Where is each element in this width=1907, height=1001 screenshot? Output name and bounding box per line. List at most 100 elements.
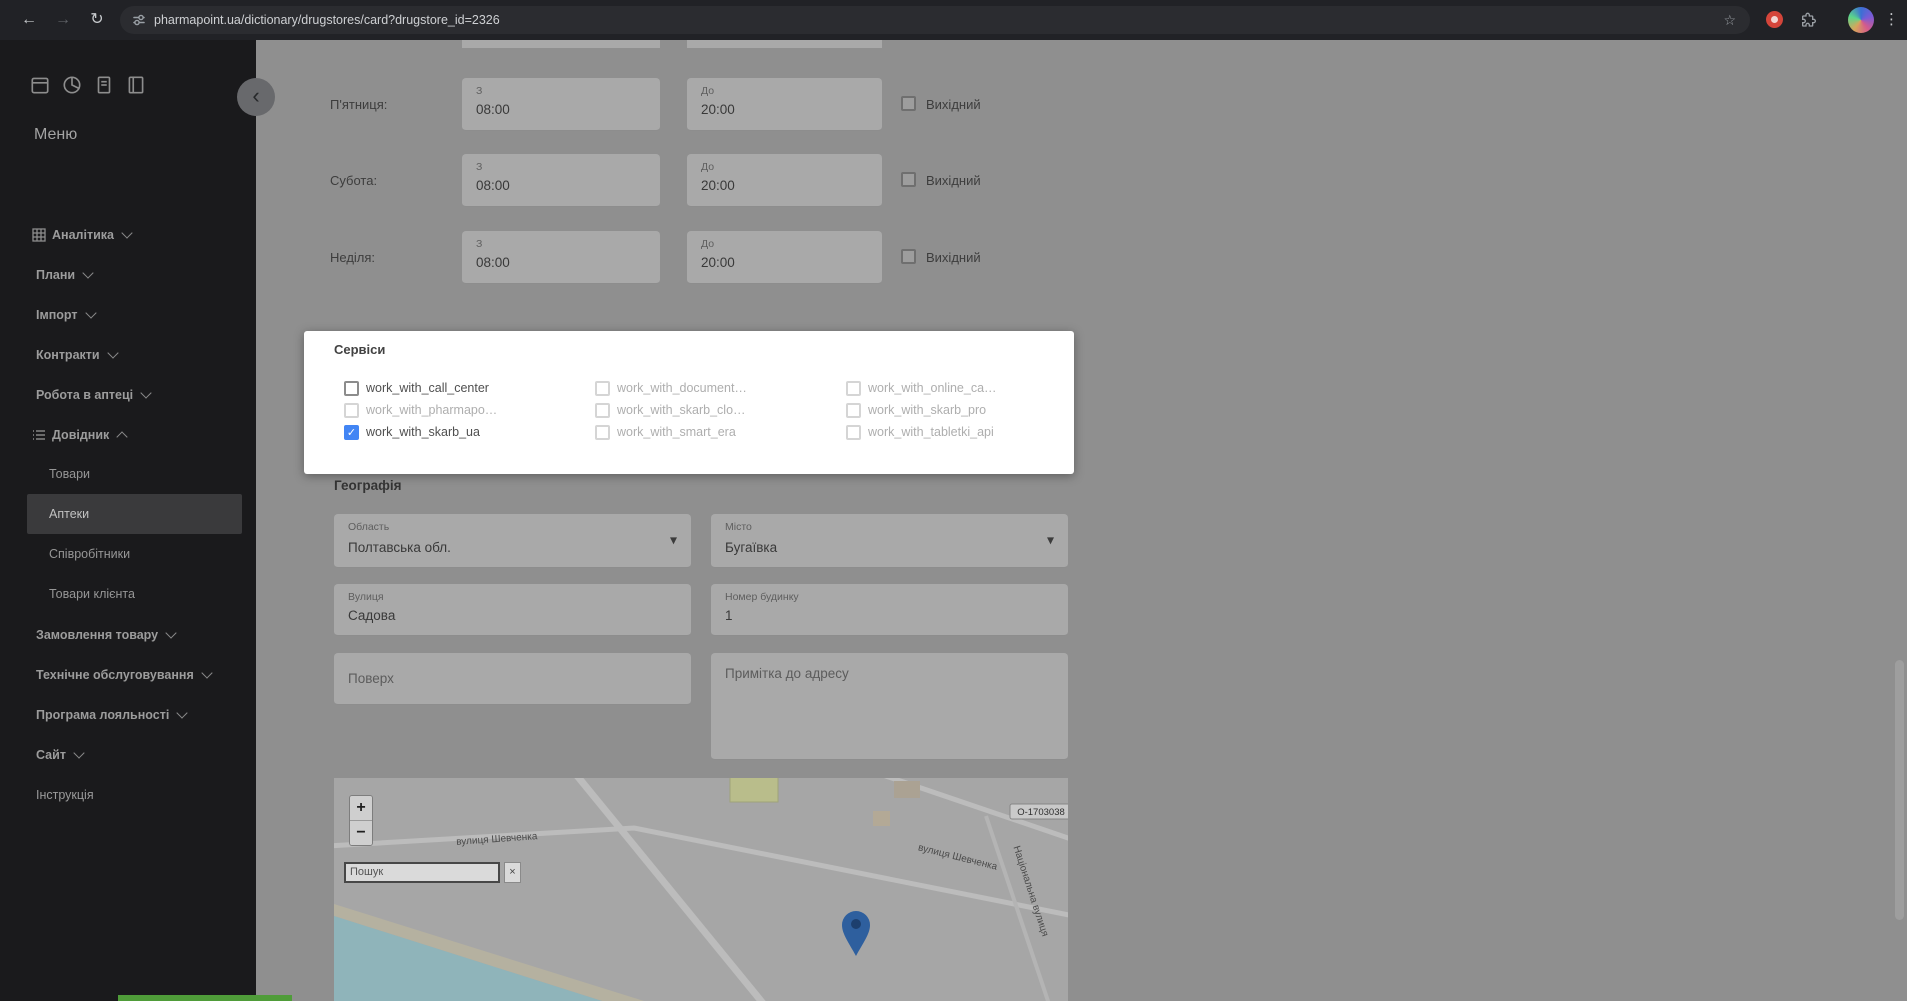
svg-text:О-1703038: О-1703038: [1017, 807, 1065, 818]
checkbox-disabled: [344, 403, 359, 418]
svc-smart-era: work_with_smart_era: [595, 425, 846, 440]
chevron-down-icon: [73, 747, 84, 758]
dayoff-checkbox[interactable]: [901, 96, 916, 111]
day-label: Неділя:: [330, 231, 375, 284]
chevron-down-icon: [121, 227, 132, 238]
time-to-field[interactable]: До 20:00: [687, 154, 882, 207]
sidebar-item-employees[interactable]: Співробітники: [0, 534, 256, 574]
bottom-green-strip: [118, 995, 292, 1001]
time-from-field[interactable]: З 08:00: [462, 231, 660, 284]
street-field[interactable]: Вулиця Садова: [334, 584, 691, 636]
sidebar-item-site[interactable]: Сайт: [0, 735, 256, 775]
svc-skarb-cloud: work_with_skarb_clo…: [595, 403, 846, 418]
map-container[interactable]: О-1703038 вулиця Шевченка вулиця Шевченк…: [334, 778, 1068, 1001]
dayoff-checkbox[interactable]: [901, 249, 916, 264]
schedule-row-sunday: Неділя: З 08:00 До 20:00 Вихідний: [0, 231, 1907, 284]
map-zoom-control: + −: [349, 795, 373, 846]
time-from-field[interactable]: З 08:00: [462, 78, 660, 131]
svc-call-center[interactable]: work_with_call_center: [344, 381, 595, 396]
svc-document: work_with_document…: [595, 381, 846, 396]
sidebar-item-goods[interactable]: Товари: [0, 454, 256, 494]
dayoff-label: Вихідний: [926, 154, 981, 207]
browser-toolbar: ← → ↻ pharmapoint.ua/dictionary/drugstor…: [0, 0, 1907, 40]
day-label: Субота:: [330, 154, 377, 207]
time-from-field[interactable]: З 08:00: [462, 154, 660, 207]
sidebar-item-analytics[interactable]: Аналітика: [0, 215, 256, 255]
sidebar-item-instruction[interactable]: Інструкція: [0, 775, 256, 815]
city-select[interactable]: Місто Бугаївка ▾: [711, 514, 1068, 568]
sidebar: Меню Аналітика Плани Імпорт Контракти: [0, 40, 256, 1001]
map-zoom-in-button[interactable]: +: [350, 796, 372, 820]
geography-title: Географія: [334, 478, 402, 493]
road-shield: О-1703038: [1010, 804, 1068, 819]
svc-pharmapoint: work_with_pharmapo…: [344, 403, 595, 418]
sidebar-item-plans[interactable]: Плани: [0, 255, 256, 295]
url-text: pharmapoint.ua/dictionary/drugstores/car…: [154, 13, 500, 27]
map-search-clear-button[interactable]: ×: [504, 862, 521, 883]
list-icon: [32, 428, 46, 442]
checkbox-disabled: [595, 381, 610, 396]
forward-button[interactable]: →: [48, 0, 78, 40]
checkbox-disabled: [846, 403, 861, 418]
svc-skarb-ua[interactable]: ✓ work_with_skarb_ua: [344, 425, 595, 440]
day-label: П'ятниця:: [330, 78, 387, 131]
chevron-down-icon: [85, 307, 96, 318]
floor-field[interactable]: Поверх: [334, 653, 691, 705]
browser-menu-icon[interactable]: ⋮: [1884, 0, 1899, 40]
site-settings-icon[interactable]: [132, 13, 146, 27]
sidebar-item-pharmacies[interactable]: Аптеки: [27, 494, 242, 534]
svc-skarb-pro: work_with_skarb_pro: [846, 403, 1046, 418]
map-zoom-out-button[interactable]: −: [350, 820, 372, 845]
menu-title: Меню: [34, 126, 77, 144]
services-checkbox-grid: work_with_call_center work_with_document…: [344, 377, 1054, 443]
checkbox-unchecked[interactable]: [344, 381, 359, 396]
checkbox-checked[interactable]: ✓: [344, 425, 359, 440]
sidebar-item-loyalty[interactable]: Програма лояльності: [0, 695, 256, 735]
chevron-down-icon: [201, 667, 212, 678]
map-building: [873, 811, 890, 826]
sidebar-item-pharmacy-work[interactable]: Робота в аптеці: [0, 375, 256, 415]
dayoff-label: Вихідний: [926, 78, 981, 131]
extension-icon-red[interactable]: [1766, 11, 1783, 28]
screen: ← → ↻ pharmapoint.ua/dictionary/drugstor…: [0, 0, 1907, 1001]
pie-chart-icon[interactable]: [61, 74, 83, 96]
map-building: [894, 781, 920, 798]
sidebar-item-maintenance[interactable]: Технічне обслуговування: [0, 655, 256, 695]
sidebar-item-dictionary[interactable]: Довідник: [0, 415, 256, 455]
chevron-down-icon: [82, 267, 93, 278]
chevron-down-icon: ▾: [1047, 531, 1054, 548]
profile-avatar[interactable]: [1848, 7, 1874, 33]
sidebar-item-contracts[interactable]: Контракти: [0, 335, 256, 375]
services-title: Сервіси: [334, 342, 385, 357]
sidebar-item-client-goods[interactable]: Товари клієнта: [0, 574, 256, 614]
checkbox-disabled: [595, 403, 610, 418]
time-to-field[interactable]: До 20:00: [687, 231, 882, 284]
map-building: [730, 778, 778, 802]
window-icon[interactable]: [29, 74, 51, 96]
schedule-row-saturday: Субота: З 08:00 До 20:00 Вихідний: [0, 154, 1907, 207]
document-icon[interactable]: [93, 74, 115, 96]
address-note-field[interactable]: Примітка до адресу: [711, 653, 1068, 760]
dayoff-checkbox[interactable]: [901, 172, 916, 187]
checkbox-disabled: [595, 425, 610, 440]
book-icon[interactable]: [125, 74, 147, 96]
sidebar-item-import[interactable]: Імпорт: [0, 295, 256, 335]
extensions-puzzle-icon[interactable]: [1800, 12, 1816, 33]
building-number-field[interactable]: Номер будинку 1: [711, 584, 1068, 636]
services-panel: Сервіси work_with_call_center work_with_…: [304, 331, 1074, 474]
clipped-schedule-field: [687, 40, 882, 48]
grid-icon: [32, 228, 46, 242]
back-button[interactable]: ←: [14, 0, 44, 40]
sidebar-collapse-button[interactable]: ‹: [237, 78, 275, 116]
map-search-input[interactable]: Пошук: [344, 862, 500, 883]
reload-button[interactable]: ↻: [82, 0, 112, 40]
chevron-up-icon: [117, 431, 128, 442]
sidebar-item-order-goods[interactable]: Замовлення товару: [0, 615, 256, 655]
time-to-field[interactable]: До 20:00: [687, 78, 882, 131]
page-scrollbar-thumb[interactable]: [1895, 660, 1904, 920]
chevron-down-icon: [165, 627, 176, 638]
svc-tabletki-api: work_with_tabletki_api: [846, 425, 1046, 440]
region-select[interactable]: Область Полтавська обл. ▾: [334, 514, 691, 568]
url-bar[interactable]: pharmapoint.ua/dictionary/drugstores/car…: [120, 6, 1750, 34]
bookmark-star-icon[interactable]: ☆: [1723, 12, 1736, 29]
